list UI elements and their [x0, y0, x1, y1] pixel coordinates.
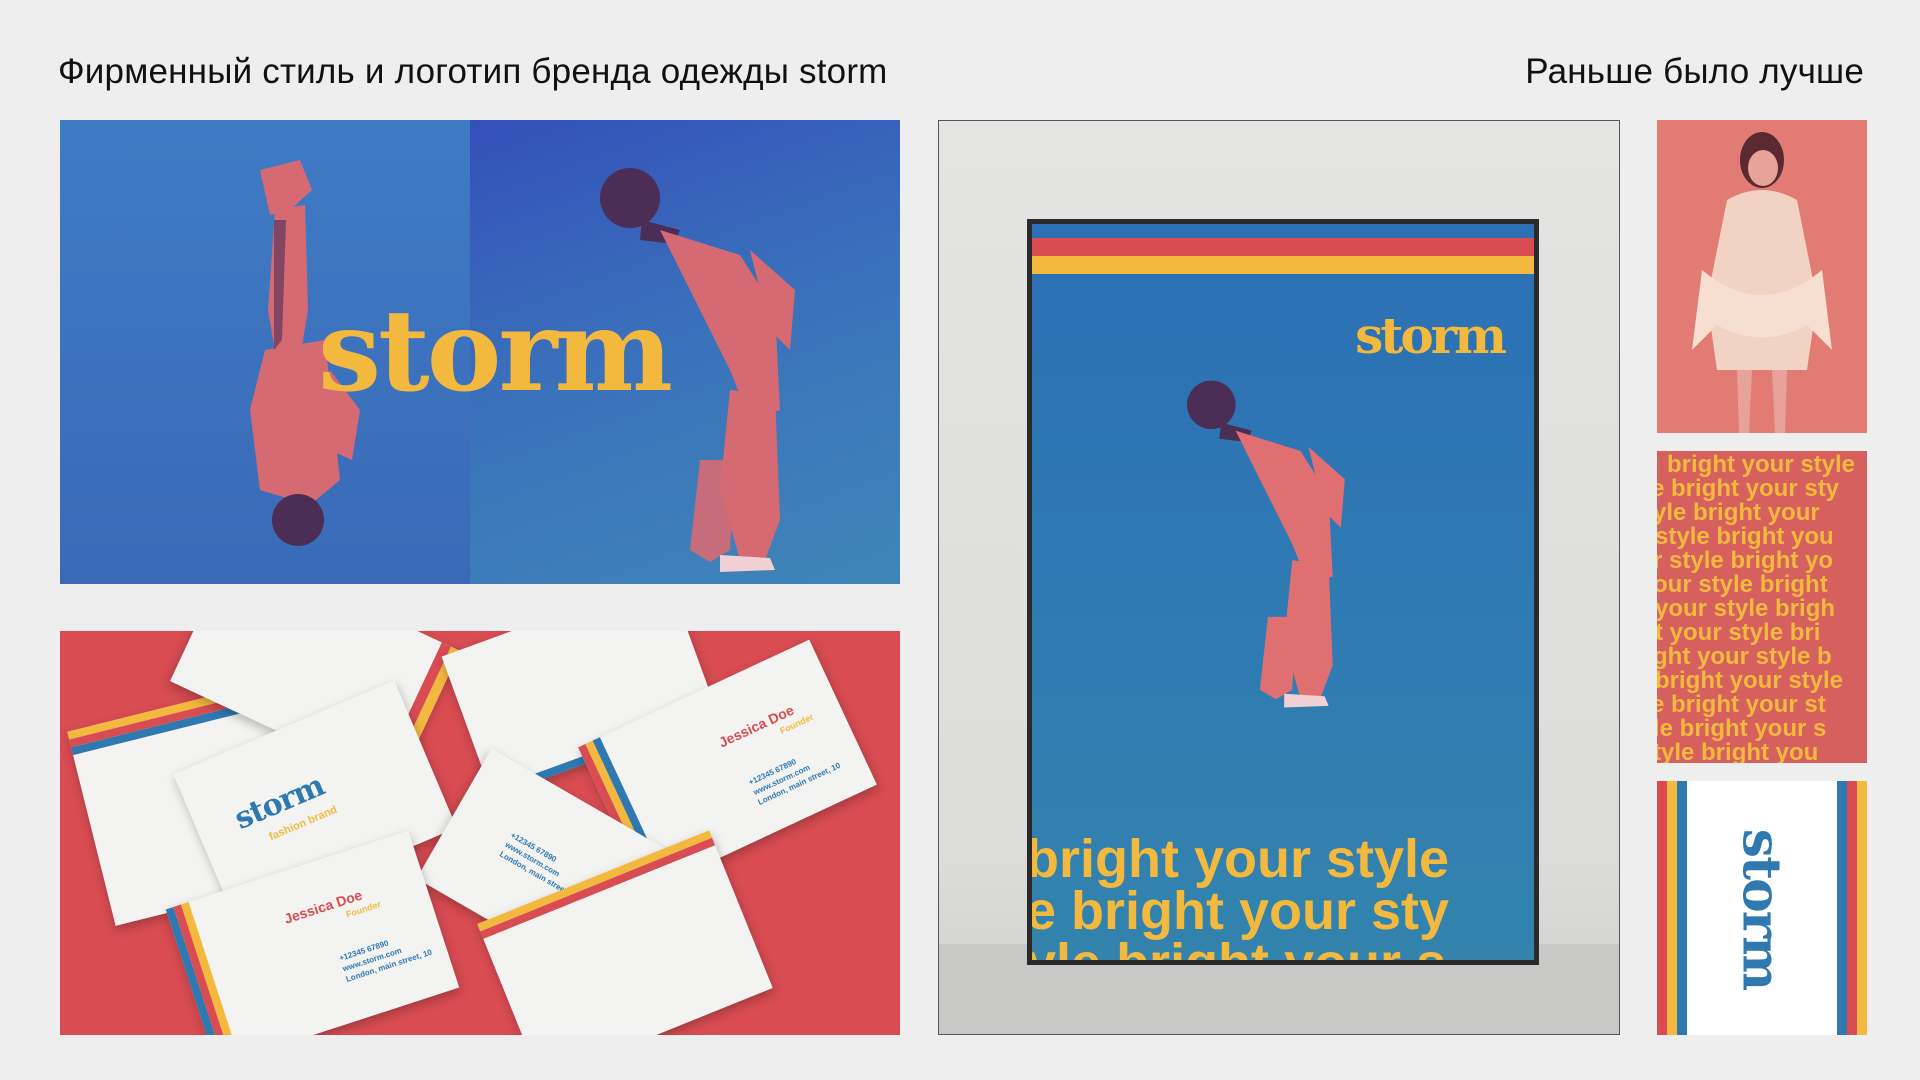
- tag-stripe: [1857, 781, 1867, 1035]
- poster-slogan-line-2: e bright your sty: [1032, 881, 1450, 941]
- poster-slogan-line-1: bright your style: [1032, 829, 1450, 889]
- poster-slogan-line-3: yle bright your s: [1032, 936, 1446, 960]
- pattern-line: t your style bri: [1657, 619, 1821, 646]
- pattern-line: ght your style b: [1657, 643, 1832, 670]
- pattern-line: r style bright yo: [1657, 547, 1834, 574]
- pattern-line: bright your style: [1667, 451, 1856, 478]
- tag-stripe: [1847, 781, 1857, 1035]
- poster-mockup: storm bright your style e bright your st…: [938, 120, 1620, 1035]
- poster-sheet: storm bright your style e bright your st…: [1032, 224, 1534, 960]
- poster-stripe-red: [1032, 238, 1534, 256]
- model-photo: [1657, 120, 1867, 433]
- card-contacts: +12345 67890 www.storm.com London, main …: [747, 741, 842, 808]
- figure-leaning-back-illustration: [600, 168, 795, 572]
- poster-stripe-yellow: [1032, 256, 1534, 274]
- tag-stripe: [1657, 781, 1667, 1035]
- model-illustration: [1692, 132, 1832, 433]
- hero-banner: storm: [60, 120, 900, 584]
- page-title: Фирменный стиль и логотип бренда одежды …: [58, 52, 888, 91]
- figure-leaning-back-illustration: [1187, 380, 1345, 708]
- pattern-line: style bright you: [1657, 523, 1834, 550]
- pattern-line: le bright your s: [1657, 715, 1827, 742]
- pattern-line: your style brigh: [1657, 595, 1836, 622]
- pattern-line: e bright your sty: [1657, 475, 1840, 502]
- tag-stripe: [1837, 781, 1847, 1035]
- business-cards-mockup: storm fashion brand Jessica Doe Founder …: [60, 631, 900, 1035]
- pattern-line: yle bright your: [1657, 499, 1820, 526]
- pattern-line: e bright your st: [1657, 691, 1826, 718]
- tag-stripe: [1667, 781, 1677, 1035]
- pattern-line: bright your style: [1657, 667, 1844, 694]
- poster-frame: storm bright your style e bright your st…: [1027, 219, 1539, 965]
- pattern-line: tyle bright you: [1657, 739, 1819, 764]
- slogan-pattern: bright your style e bright your sty yle …: [1657, 451, 1867, 763]
- tag-stripe: [1677, 781, 1687, 1035]
- brand-tag: storm: [1657, 781, 1867, 1035]
- card-contacts: +12345 67890 www.storm.com London, main …: [338, 927, 433, 986]
- pattern-line: our style bright: [1657, 571, 1828, 598]
- page-tagline: Раньше было лучше: [1525, 52, 1864, 91]
- tag-logo-vertical: storm: [1730, 828, 1792, 990]
- poster-logo: storm: [1355, 306, 1507, 365]
